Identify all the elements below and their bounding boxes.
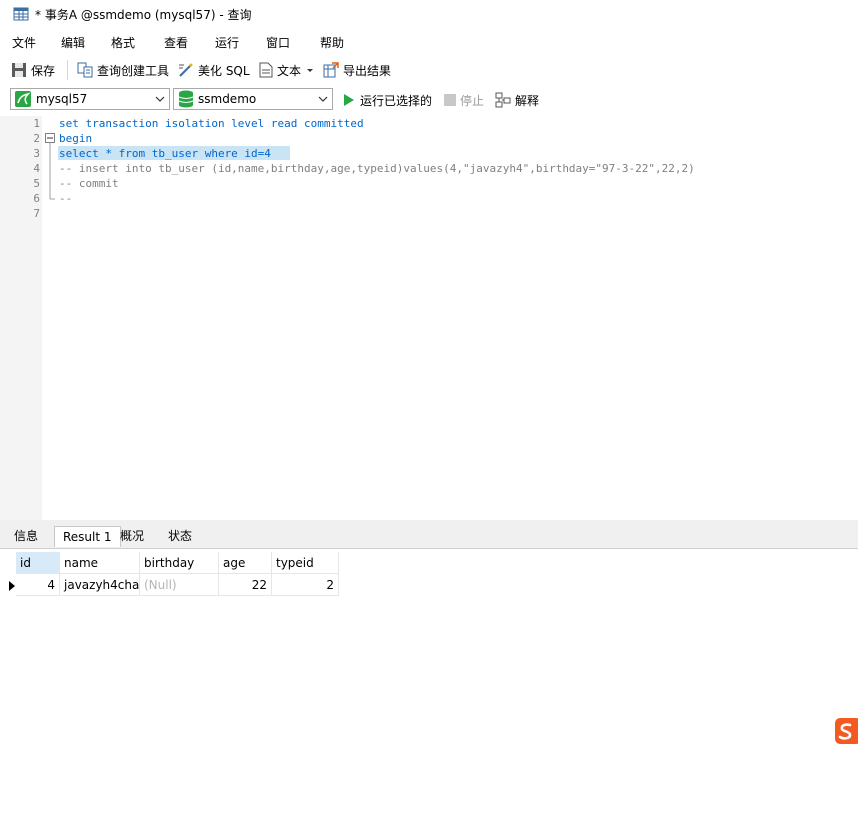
query-builder-button[interactable]: 查询创建工具	[77, 60, 169, 80]
current-row-indicator-icon	[9, 581, 15, 591]
menu-window[interactable]: 窗口	[266, 34, 290, 51]
title-bar: * 事务A @ssmdemo (mysql57) - 查询	[0, 0, 858, 30]
cell-id[interactable]: 4	[16, 574, 60, 596]
cell-name[interactable]: javazyh4chan	[60, 574, 140, 596]
text-label: 文本	[277, 63, 302, 78]
query-table-icon	[13, 7, 29, 21]
beautify-sql-label: 美化 SQL	[198, 63, 250, 78]
code-text: --	[59, 192, 73, 205]
menu-view[interactable]: 查看	[164, 34, 188, 51]
code-text: begin	[59, 132, 93, 145]
ime-sogou-icon[interactable]	[835, 716, 858, 746]
cell-age[interactable]: 22	[219, 574, 272, 596]
code-text: -- commit	[59, 177, 119, 190]
text-document-icon	[259, 62, 273, 78]
line-number-gutter: 1 2 3 4 5 6 7	[0, 116, 42, 520]
chevron-down-icon	[318, 96, 328, 102]
line-number: 4	[33, 162, 40, 175]
text-dropdown-button[interactable]: 文本	[259, 60, 319, 80]
database-select[interactable]: ssmdemo	[173, 88, 333, 110]
database-icon	[178, 90, 194, 108]
chevron-down-icon	[155, 96, 165, 102]
stop-label: 停止	[460, 93, 485, 108]
database-value: ssmdemo	[198, 92, 257, 106]
code-line-3: select * from tb_user where id=4	[59, 147, 271, 160]
column-header-typeid[interactable]: typeid	[272, 552, 339, 574]
beautify-wand-icon	[179, 63, 193, 77]
save-label: 保存	[31, 63, 56, 78]
cell-birthday[interactable]: (Null)	[140, 574, 219, 596]
column-header-birthday[interactable]: birthday	[140, 552, 219, 574]
beautify-sql-button[interactable]: 美化 SQL	[178, 60, 250, 80]
code-text: set transaction isolation level read com…	[59, 117, 364, 130]
cell-typeid[interactable]: 2	[272, 574, 339, 596]
toolbar-separator	[67, 60, 68, 80]
menu-file[interactable]: 文件	[12, 34, 36, 51]
code-line-5: -- commit	[59, 177, 119, 190]
code-line-4: -- insert into tb_user (id,name,birthday…	[59, 162, 695, 175]
explain-icon	[495, 92, 511, 108]
export-icon	[323, 62, 339, 78]
tab-status[interactable]: 状态	[160, 526, 200, 547]
code-line-2: begin	[59, 132, 92, 145]
play-icon	[344, 94, 354, 106]
tab-overview[interactable]: 概况	[112, 526, 152, 547]
code-text: select * from tb_user where id=4	[59, 147, 271, 160]
explain-label: 解释	[515, 93, 540, 108]
connection-value: mysql57	[36, 92, 88, 106]
line-number: 3	[33, 147, 40, 160]
line-number: 7	[33, 207, 40, 220]
save-icon	[12, 63, 26, 77]
query-builder-icon	[77, 62, 93, 78]
code-line-6: --	[59, 192, 72, 205]
connection-select[interactable]: mysql57	[10, 88, 170, 110]
line-number: 6	[33, 192, 40, 205]
stop-button[interactable]: 停止	[444, 90, 484, 110]
column-header-age[interactable]: age	[219, 552, 272, 574]
code-fold-icon[interactable]	[45, 133, 55, 203]
stop-icon	[444, 94, 456, 106]
mysql-connection-icon	[15, 91, 31, 107]
tab-result-1[interactable]: Result 1	[54, 526, 121, 547]
line-number: 2	[33, 132, 40, 145]
result-tabs: 信息 Result 1 概况 状态	[0, 524, 858, 549]
line-number: 5	[33, 177, 40, 190]
menu-help[interactable]: 帮助	[320, 34, 344, 51]
line-number: 1	[33, 117, 40, 130]
column-header-id[interactable]: id	[16, 552, 60, 574]
export-results-button[interactable]: 导出结果	[323, 60, 391, 80]
run-selected-button[interactable]: 运行已选择的	[342, 90, 432, 110]
window-title: * 事务A @ssmdemo (mysql57) - 查询	[35, 8, 252, 22]
explain-button[interactable]: 解释	[495, 90, 539, 110]
save-button[interactable]: 保存	[11, 60, 55, 80]
sql-editor[interactable]: 1 2 3 4 5 6 7 set transaction isolation …	[0, 116, 858, 520]
column-header-name[interactable]: name	[60, 552, 140, 574]
query-builder-label: 查询创建工具	[97, 63, 170, 78]
code-line-1: set transaction isolation level read com…	[59, 117, 364, 130]
chevron-down-icon	[307, 69, 314, 72]
run-selected-label: 运行已选择的	[360, 93, 433, 108]
code-text: -- insert into tb_user (id,name,birthday…	[59, 162, 695, 175]
tab-info[interactable]: 信息	[6, 526, 46, 547]
selector-bar: mysql57 ssmdemo 运行已选择的 停止 解释	[0, 86, 858, 114]
menu-bar: 文件 编辑 格式 查看 运行 窗口 帮助	[0, 32, 858, 54]
export-results-label: 导出结果	[343, 63, 392, 78]
menu-run[interactable]: 运行	[215, 34, 239, 51]
toolbar: 保存 查询创建工具 美化 SQL 文本 导出结果	[0, 58, 858, 82]
menu-format[interactable]: 格式	[111, 34, 135, 51]
menu-edit[interactable]: 编辑	[61, 34, 85, 51]
